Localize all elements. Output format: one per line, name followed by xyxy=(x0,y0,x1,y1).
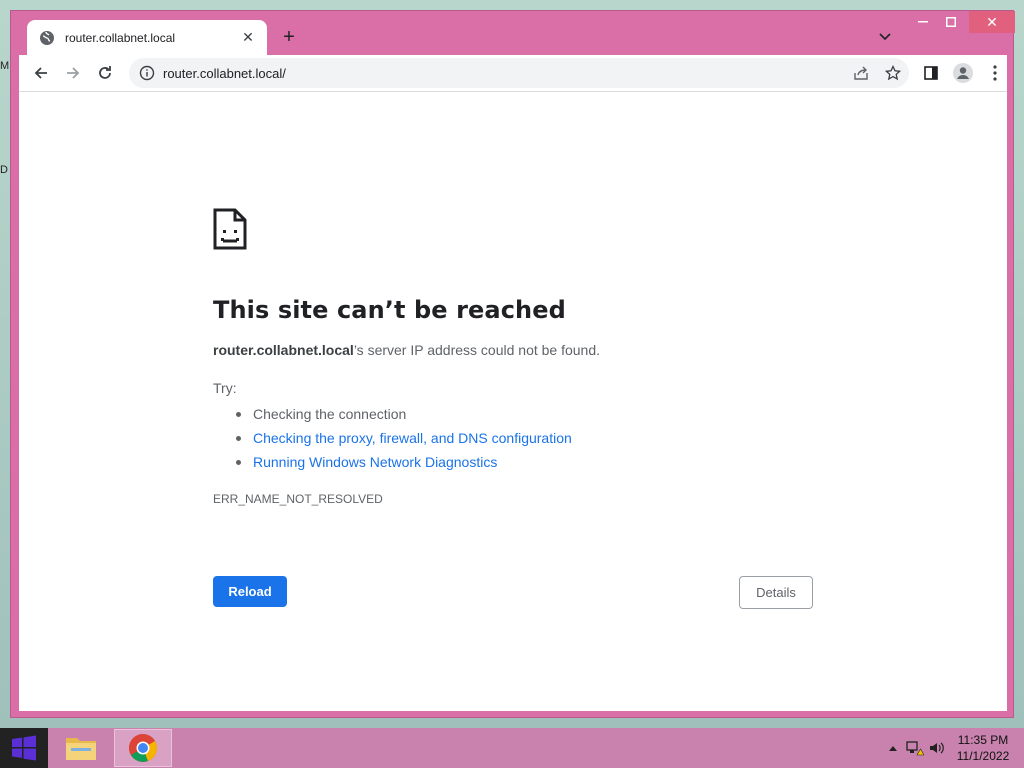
share-icon[interactable] xyxy=(845,59,877,87)
desktop-edge-letter-d: D xyxy=(0,164,8,176)
maximize-button[interactable] xyxy=(937,11,965,33)
start-button[interactable] xyxy=(0,728,48,768)
chrome-icon xyxy=(129,734,157,762)
desktop-edge-letter-m: M xyxy=(0,60,10,72)
browser-toolbar: router.collabnet.local/ xyxy=(19,55,1007,91)
suggestion-network-diagnostics-link[interactable]: Running Windows Network Diagnostics xyxy=(253,454,497,470)
url-text[interactable]: router.collabnet.local/ xyxy=(163,66,845,81)
error-description-suffix: ’s server IP address could not be found. xyxy=(353,342,601,358)
tab-close-icon[interactable]: ✕ xyxy=(239,29,257,47)
tab-active[interactable]: router.collabnet.local ✕ xyxy=(27,20,267,55)
clock-date: 11/1/2022 xyxy=(956,749,1010,763)
suggestions-list: Checking the connection Checking the pro… xyxy=(213,402,813,474)
taskbar-clock[interactable]: 11:35 PM 11/1/2022 xyxy=(948,732,1018,764)
reload-icon-button[interactable] xyxy=(89,57,121,89)
error-container: This site can’t be reached router.collab… xyxy=(213,208,813,506)
close-window-button[interactable]: ✕ xyxy=(969,11,1015,33)
suggestion-item[interactable]: Running Windows Network Diagnostics xyxy=(213,450,813,474)
profile-avatar-icon[interactable] xyxy=(947,57,979,89)
windows-logo-icon xyxy=(12,735,36,761)
new-tab-button[interactable]: + xyxy=(277,25,301,49)
suggestion-check-connection: Checking the connection xyxy=(253,406,407,422)
show-hidden-icons-chevron-icon[interactable] xyxy=(882,737,904,759)
bookmark-star-icon[interactable] xyxy=(877,59,909,87)
try-label: Try: xyxy=(213,380,237,396)
side-panel-icon[interactable] xyxy=(915,57,947,89)
title-bar: router.collabnet.local ✕ + ✕ xyxy=(11,11,1015,55)
file-explorer-taskbar-button[interactable] xyxy=(52,729,110,767)
site-info-icon[interactable] xyxy=(139,65,155,81)
error-host: router.collabnet.local xyxy=(213,342,354,358)
chrome-taskbar-button[interactable] xyxy=(114,729,172,767)
menu-kebab-icon[interactable] xyxy=(979,57,1011,89)
system-tray: 11:35 PM 11/1/2022 xyxy=(882,728,1024,768)
sad-document-icon xyxy=(213,208,247,250)
back-button[interactable] xyxy=(25,57,57,89)
clock-time: 11:35 PM xyxy=(957,733,1009,747)
folder-icon xyxy=(66,738,96,760)
address-bar[interactable]: router.collabnet.local/ xyxy=(129,58,909,88)
tab-title: router.collabnet.local xyxy=(65,30,176,45)
error-code: ERR_NAME_NOT_RESOLVED xyxy=(213,492,383,506)
browser-window: router.collabnet.local ✕ + ✕ router.coll… xyxy=(10,10,1015,718)
error-title: This site can’t be reached xyxy=(213,296,566,324)
details-button[interactable]: Details xyxy=(739,576,813,609)
tab-search-chevron-icon[interactable] xyxy=(875,27,895,47)
minimize-button[interactable] xyxy=(909,11,937,33)
suggestion-item: Checking the connection xyxy=(213,402,813,426)
network-warning-icon[interactable] xyxy=(904,737,926,759)
taskbar: 11:35 PM 11/1/2022 xyxy=(0,728,1024,768)
globe-icon xyxy=(39,30,55,46)
error-description: router.collabnet.local’s server IP addre… xyxy=(213,342,813,358)
volume-icon[interactable] xyxy=(926,737,948,759)
page-content: This site can’t be reached router.collab… xyxy=(19,91,1007,711)
suggestion-item[interactable]: Checking the proxy, firewall, and DNS co… xyxy=(213,426,813,450)
suggestion-check-proxy-link[interactable]: Checking the proxy, firewall, and DNS co… xyxy=(253,430,572,446)
forward-button[interactable] xyxy=(57,57,89,89)
reload-button[interactable]: Reload xyxy=(213,576,287,607)
